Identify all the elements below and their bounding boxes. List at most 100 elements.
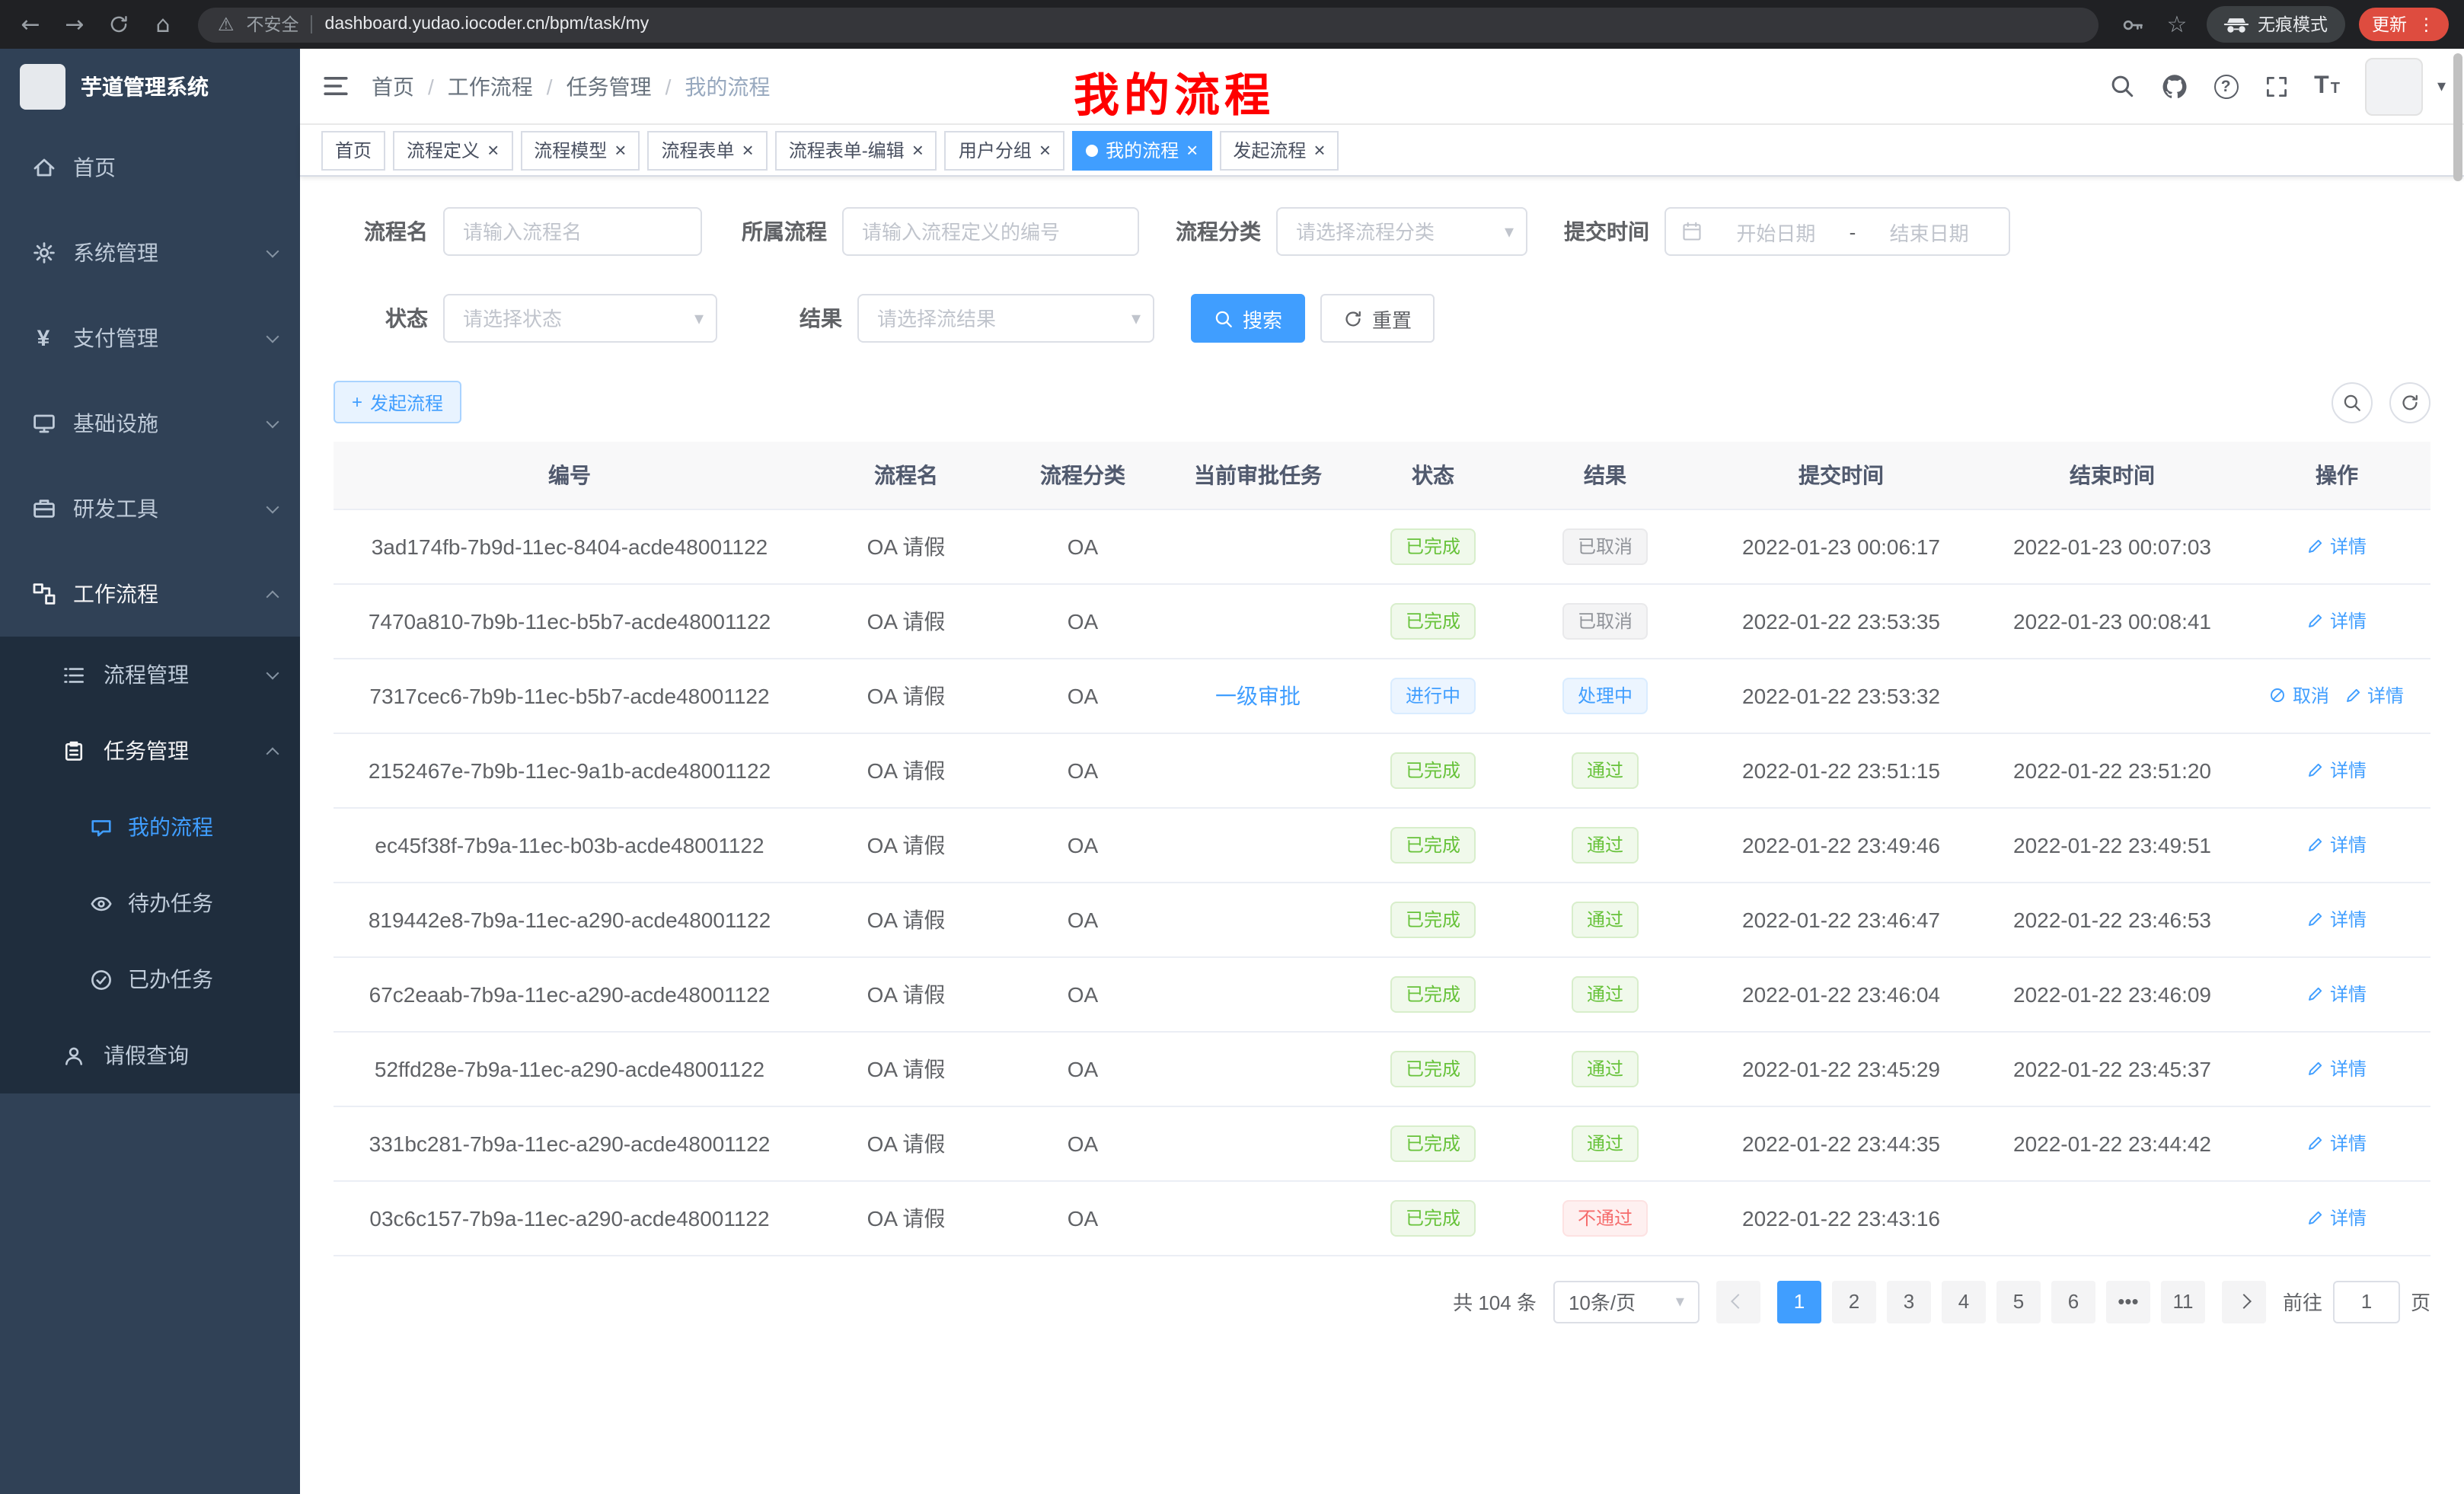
cell-status: 已完成 (1357, 1106, 1509, 1180)
sidebar-item-payment[interactable]: ¥ 支付管理 (0, 295, 300, 381)
sidebar-item-system[interactable]: 系统管理 (0, 210, 300, 295)
more-pages-button[interactable]: ••• (2106, 1280, 2150, 1323)
browser-back-icon[interactable]: ← (15, 11, 46, 38)
close-icon[interactable]: × (742, 140, 754, 160)
github-icon[interactable] (2160, 72, 2188, 100)
cell-category: OA (1007, 807, 1159, 882)
tags-view: 首页 流程定义× 流程模型× 流程表单 × 流程表单-编辑 × 用户分组 × 我的流程… (300, 125, 2464, 177)
breadcrumb-item[interactable]: 任务管理 (567, 71, 652, 101)
tab-user-group[interactable]: 用户分组 × (945, 130, 1064, 170)
process-def-input[interactable] (842, 207, 1139, 256)
table-row: 52ffd28e-7b9a-11ec-a290-acde48001122 OA … (334, 1031, 2430, 1106)
tab-process-model[interactable]: 流程模型× (520, 130, 640, 170)
result-tag: 通过 (1572, 752, 1639, 788)
address-bar[interactable]: ⚠ 不安全 dashboard.yudao.iocoder.cn/bpm/tas… (198, 7, 2098, 42)
table-header-row: 编号 流程名 流程分类 当前审批任务 状态 结果 提交时间 结束时间 操作 (334, 442, 2430, 509)
toggle-search-button[interactable] (2332, 381, 2373, 423)
edit-icon (2307, 911, 2324, 927)
prev-page-button[interactable] (1716, 1280, 1760, 1323)
current-task-link[interactable]: 一级审批 (1215, 683, 1301, 707)
goto-page-input[interactable] (2333, 1280, 2400, 1323)
detail-button[interactable]: 详情 (2307, 533, 2367, 559)
close-icon[interactable]: × (912, 140, 924, 160)
table-row: 7470a810-7b9b-11ec-b5b7-acde48001122 OA … (334, 583, 2430, 658)
cell-current-task (1159, 807, 1357, 882)
close-icon[interactable]: × (1039, 140, 1051, 160)
password-key-icon[interactable] (2118, 13, 2148, 36)
user-avatar[interactable] (2366, 57, 2424, 115)
detail-button[interactable]: 详情 (2307, 1130, 2367, 1156)
page-button[interactable]: 5 (1996, 1280, 2041, 1323)
tab-start-process[interactable]: 发起流程× (1219, 130, 1339, 170)
submit-time-range[interactable]: 开始日期 - 结束日期 (1664, 207, 2010, 256)
page-button[interactable]: 4 (1942, 1280, 1986, 1323)
tab-label: 流程表单-编辑 (789, 137, 905, 163)
detail-button[interactable]: 详情 (2307, 1055, 2367, 1081)
tab-label: 我的流程 (1106, 137, 1179, 163)
category-select[interactable] (1276, 207, 1527, 256)
page-size-select[interactable]: 10条/页 ▾ (1553, 1280, 1700, 1323)
tab-label: 用户分组 (959, 137, 1032, 163)
search-button[interactable]: 搜索 (1191, 294, 1305, 343)
page-button[interactable]: 1 (1777, 1280, 1821, 1323)
sidebar-item-done-tasks[interactable]: 已办任务 (0, 941, 300, 1017)
browser-menu-icon[interactable]: ⋮ (2418, 14, 2435, 35)
tab-label: 流程表单 (661, 137, 734, 163)
update-button[interactable]: 更新 ⋮ (2358, 8, 2449, 41)
sidebar-item-infrastructure[interactable]: 基础设施 (0, 381, 300, 466)
process-name-input[interactable] (443, 207, 702, 256)
cancel-button[interactable]: 取消 (2270, 682, 2329, 708)
search-icon[interactable] (2108, 73, 2134, 99)
sidebar-item-home[interactable]: 首页 (0, 125, 300, 210)
close-icon[interactable]: × (1313, 140, 1325, 160)
detail-button[interactable]: 详情 (2307, 906, 2367, 932)
tab-home[interactable]: 首页 (321, 130, 385, 170)
browser-reload-icon[interactable] (104, 14, 134, 35)
sidebar-item-my-process[interactable]: 我的流程 (0, 789, 300, 865)
tab-process-definition[interactable]: 流程定义× (393, 130, 512, 170)
breadcrumb-item[interactable]: 工作流程 (448, 71, 533, 101)
page-button[interactable]: 6 (2051, 1280, 2095, 1323)
reset-button[interactable]: 重置 (1320, 294, 1435, 343)
close-icon[interactable]: × (1186, 140, 1198, 160)
breadcrumb-item[interactable]: 首页 (372, 71, 414, 101)
sidebar-item-todo-tasks[interactable]: 待办任务 (0, 865, 300, 941)
browser-home-icon[interactable]: ⌂ (148, 11, 178, 38)
create-process-button[interactable]: + 发起流程 (334, 381, 461, 423)
result-select[interactable] (857, 294, 1154, 343)
filter-row-2: 状态 ▾ 结果 ▾ (334, 294, 2430, 343)
tab-process-form-edit[interactable]: 流程表单-编辑 × (775, 130, 937, 170)
sidebar-item-task-mgmt[interactable]: 任务管理 (0, 713, 300, 789)
next-page-button[interactable] (2222, 1280, 2266, 1323)
caret-down-icon[interactable]: ▾ (2437, 76, 2446, 96)
font-size-icon[interactable]: TT (2314, 72, 2340, 100)
detail-button[interactable]: 详情 (2307, 608, 2367, 634)
detail-button[interactable]: 详情 (2307, 832, 2367, 857)
det ail-button[interactable]: 详情 (2307, 1205, 2367, 1231)
help-icon[interactable]: ? (2213, 74, 2238, 98)
tab-process-form[interactable]: 流程表单 × (647, 130, 767, 170)
sidebar-item-leave-query[interactable]: 请假查询 (0, 1017, 300, 1093)
sidebar-item-devtools[interactable]: 研发工具 (0, 466, 300, 551)
status-select[interactable] (443, 294, 717, 343)
bookmark-star-icon[interactable]: ☆ (2162, 11, 2192, 38)
sidebar-item-process-mgmt[interactable]: 流程管理 (0, 637, 300, 713)
page-button[interactable]: 3 (1887, 1280, 1931, 1323)
tab-my-process[interactable]: 我的流程 × (1072, 130, 1211, 170)
page-button[interactable]: 11 (2161, 1280, 2205, 1323)
detail-button[interactable]: 详情 (2307, 757, 2367, 783)
breadcrumb-separator: / (665, 74, 672, 98)
sidebar-item-workflow[interactable]: 工作流程 (0, 551, 300, 637)
scrollbar-thumb[interactable] (2453, 53, 2462, 181)
detail-button[interactable]: 详情 (2344, 682, 2404, 708)
detail-label: 详情 (2330, 832, 2367, 857)
edit-icon (2307, 985, 2324, 1002)
fullscreen-icon[interactable] (2264, 74, 2288, 98)
close-icon[interactable]: × (487, 140, 499, 160)
detail-button[interactable]: 详情 (2307, 981, 2367, 1007)
hamburger-icon[interactable] (300, 49, 372, 123)
close-icon[interactable]: × (614, 140, 626, 160)
browser-forward-icon[interactable]: → (59, 11, 90, 38)
refresh-table-button[interactable] (2389, 381, 2430, 423)
page-button[interactable]: 2 (1832, 1280, 1876, 1323)
